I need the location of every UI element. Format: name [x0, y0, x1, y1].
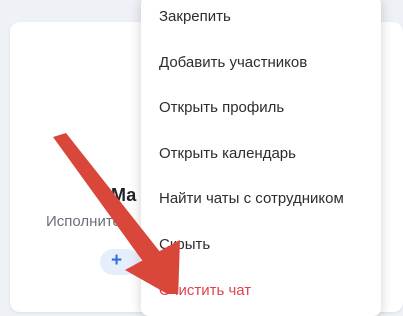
menu-item-add-participants[interactable]: Добавить участников [159, 54, 307, 71]
profile-role: Исполнитель [46, 213, 137, 230]
profile-name: Ма [111, 185, 137, 205]
add-button[interactable]: + [100, 249, 140, 275]
menu-item-pin[interactable]: Закрепить [159, 8, 231, 25]
menu-item-clear-chat[interactable]: Очистить чат [159, 282, 251, 299]
menu-item-find-chats[interactable]: Найти чаты с сотрудником [159, 190, 344, 207]
plus-icon: + [111, 250, 123, 271]
menu-item-hide[interactable]: Скрыть [159, 236, 210, 253]
menu-item-open-calendar[interactable]: Открыть календарь [159, 145, 296, 162]
context-menu: Закрепить Добавить участников Открыть пр… [141, 0, 381, 316]
menu-item-open-profile[interactable]: Открыть профиль [159, 99, 284, 116]
